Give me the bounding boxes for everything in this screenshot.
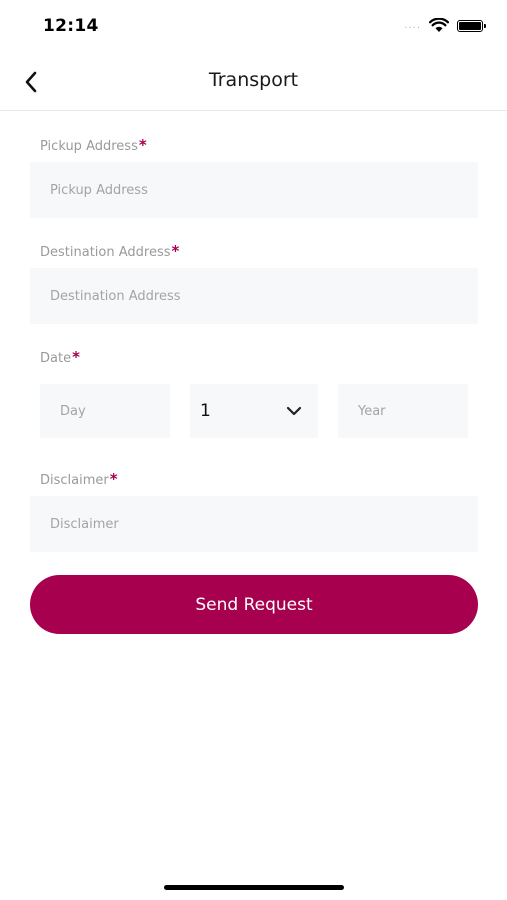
disclaimer-input[interactable] xyxy=(30,496,478,552)
month-value: 1 xyxy=(200,401,211,421)
disclaimer-label: Disclaimer* xyxy=(40,470,118,488)
signal-icon: .... xyxy=(404,20,421,31)
pickup-address-input[interactable] xyxy=(30,162,478,218)
month-select[interactable]: 1 xyxy=(190,384,318,438)
destination-address-input[interactable] xyxy=(30,268,478,324)
day-input[interactable] xyxy=(40,384,170,438)
send-request-button[interactable]: Send Request xyxy=(30,575,478,634)
wifi-icon xyxy=(429,18,449,32)
date-label-text: Date xyxy=(40,351,72,366)
status-bar: 12:14 .... xyxy=(0,0,507,54)
battery-icon xyxy=(457,19,486,32)
chevron-down-icon xyxy=(286,406,302,416)
page-title: Transport xyxy=(208,69,299,91)
status-time: 12:14 xyxy=(43,16,99,36)
pickup-label: Pickup Address* xyxy=(40,136,147,154)
date-label: Date* xyxy=(40,348,80,366)
disclaimer-label-text: Disclaimer xyxy=(40,473,109,488)
required-mark: * xyxy=(138,136,147,154)
year-input[interactable] xyxy=(338,384,468,438)
required-mark: * xyxy=(72,348,80,366)
destination-label: Destination Address* xyxy=(40,242,179,260)
home-indicator xyxy=(164,885,344,890)
destination-label-text: Destination Address xyxy=(40,245,171,260)
required-mark: * xyxy=(171,242,180,260)
required-mark: * xyxy=(109,470,118,488)
status-icons: .... xyxy=(404,18,486,33)
nav-bar: Transport xyxy=(0,54,507,111)
pickup-label-text: Pickup Address xyxy=(40,139,138,154)
